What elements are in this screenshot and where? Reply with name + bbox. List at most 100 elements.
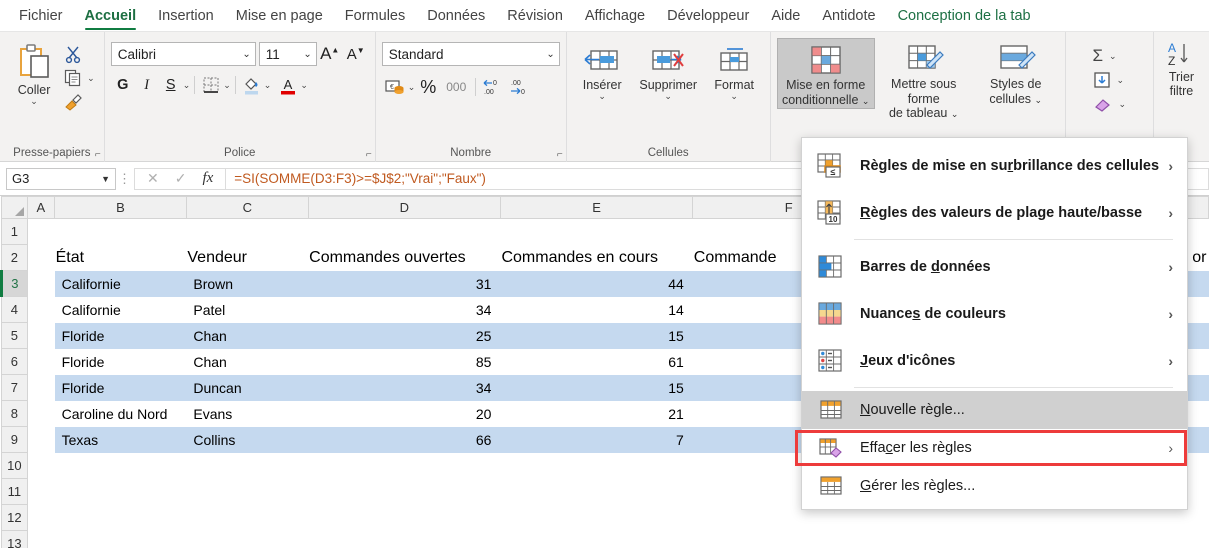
format-as-table-button[interactable]: Mettre sous forme de tableau ⌄ bbox=[875, 38, 973, 122]
row-header-12[interactable]: 12 bbox=[1, 504, 28, 531]
cell-ouvertes[interactable]: 66 bbox=[308, 426, 501, 453]
menu-item-manage-rules[interactable]: Gérer les règles... bbox=[802, 467, 1187, 505]
cell-ouvertes[interactable]: 34 bbox=[308, 374, 501, 401]
decrease-font-size-button[interactable]: A▼ bbox=[343, 42, 369, 66]
row-header-1[interactable]: 1 bbox=[1, 218, 28, 245]
fill-color-button[interactable] bbox=[240, 73, 264, 97]
chevron-down-icon[interactable]: ⌄ bbox=[1035, 95, 1043, 105]
column-header-e[interactable]: E bbox=[499, 196, 694, 219]
formula-bar-handle[interactable]: ⋮ bbox=[116, 171, 134, 187]
cell-etat[interactable]: Caroline du Nord bbox=[54, 400, 187, 427]
menu-item-data-bars[interactable]: Barres de données › bbox=[802, 243, 1187, 290]
insert-cells-button[interactable]: Insérer ⌄ bbox=[569, 42, 635, 101]
font-color-button[interactable]: A bbox=[276, 73, 300, 97]
table-header-commandes-en-cours[interactable]: Commandes en cours bbox=[500, 245, 692, 271]
cell-styles-button[interactable]: Styles de cellules ⌄ bbox=[973, 38, 1059, 107]
format-painter-button[interactable] bbox=[61, 90, 97, 114]
row-header-7[interactable]: 7 bbox=[1, 374, 28, 401]
cancel-x-icon[interactable]: ✕ bbox=[147, 170, 159, 187]
cell-etat[interactable]: Texas bbox=[54, 426, 187, 453]
row-header-3[interactable]: 3 bbox=[0, 270, 28, 297]
cell-vendeur[interactable]: Chan bbox=[186, 348, 309, 375]
cell-encours[interactable]: 14 bbox=[500, 296, 693, 323]
row-header-11[interactable]: 11 bbox=[1, 478, 28, 505]
row-header-9[interactable]: 9 bbox=[1, 426, 28, 453]
cell-vendeur[interactable]: Duncan bbox=[186, 374, 309, 401]
number-dialog-launcher[interactable]: ⌐ bbox=[557, 149, 563, 160]
chevron-down-icon[interactable]: ⌄ bbox=[223, 81, 231, 90]
increase-font-size-button[interactable]: A▲ bbox=[317, 42, 343, 66]
font-size-combobox[interactable]: 11 ⌄ bbox=[258, 42, 317, 66]
tab-accueil[interactable]: Accueil bbox=[74, 1, 148, 31]
format-cells-button[interactable]: Format ⌄ bbox=[701, 42, 767, 101]
chevron-down-icon[interactable]: ⌄ bbox=[300, 81, 308, 90]
underline-button[interactable]: S bbox=[159, 73, 183, 97]
cell-ouvertes[interactable]: 85 bbox=[308, 348, 501, 375]
column-header-d[interactable]: D bbox=[307, 196, 501, 219]
cell-encours[interactable]: 21 bbox=[500, 400, 693, 427]
cell-etat[interactable]: Floride bbox=[54, 348, 187, 375]
italic-button[interactable]: I bbox=[135, 73, 159, 97]
chevron-down-icon[interactable]: ⌄ bbox=[664, 92, 672, 101]
copy-button[interactable]: ⌄ bbox=[61, 66, 97, 90]
conditional-formatting-button[interactable]: Mise en forme conditionnelle ⌄ bbox=[776, 38, 875, 109]
decrease-decimal-button[interactable]: .00 0 bbox=[506, 75, 532, 99]
cell-vendeur[interactable]: Patel bbox=[186, 296, 309, 323]
delete-cells-button[interactable]: Supprimer ⌄ bbox=[635, 42, 701, 101]
chevron-down-icon[interactable]: ⌄ bbox=[87, 74, 95, 83]
cell-ouvertes[interactable]: 34 bbox=[308, 296, 501, 323]
cell-encours[interactable]: 44 bbox=[500, 270, 693, 297]
font-dialog-launcher[interactable]: ⌐ bbox=[366, 149, 372, 160]
tab-antidote[interactable]: Antidote bbox=[811, 1, 886, 31]
cell-etat[interactable]: Floride bbox=[54, 374, 187, 401]
number-format-combobox[interactable]: Standard ⌄ bbox=[381, 42, 560, 66]
tab-formules[interactable]: Formules bbox=[334, 1, 416, 31]
chevron-down-icon[interactable]: ⌄ bbox=[862, 96, 870, 106]
borders-button[interactable] bbox=[199, 73, 223, 97]
tab-fichier[interactable]: Fichier bbox=[8, 1, 74, 31]
cell-encours[interactable]: 7 bbox=[500, 426, 693, 453]
accounting-format-button[interactable]: € bbox=[382, 75, 408, 99]
cell-vendeur[interactable]: Collins bbox=[186, 426, 309, 453]
autosum-button[interactable]: Σ ⌄ bbox=[1091, 44, 1129, 68]
thousands-separator-button[interactable]: 000 bbox=[441, 75, 471, 99]
fx-icon[interactable]: fx bbox=[202, 170, 213, 187]
cell-etat[interactable]: Floride bbox=[54, 322, 187, 349]
chevron-down-icon[interactable]: ⌄ bbox=[183, 81, 191, 90]
row-header-8[interactable]: 8 bbox=[1, 400, 28, 427]
menu-item-highlight-cells-rules[interactable]: ≤ Règles de mise en surbrillance des cel… bbox=[802, 142, 1187, 189]
chevron-down-icon[interactable]: ⌄ bbox=[730, 92, 738, 101]
chevron-down-icon[interactable]: ⌄ bbox=[1119, 100, 1127, 109]
tab-conception-tableau[interactable]: Conception de la tab bbox=[887, 1, 1042, 31]
cell-vendeur[interactable]: Evans bbox=[186, 400, 309, 427]
menu-item-icon-sets[interactable]: Jeux d'icônes › bbox=[802, 337, 1187, 384]
cell-ouvertes[interactable]: 25 bbox=[308, 322, 501, 349]
tab-affichage[interactable]: Affichage bbox=[574, 1, 656, 31]
cell-ouvertes[interactable]: 31 bbox=[308, 270, 501, 297]
menu-item-new-rule[interactable]: Nouvelle règle... bbox=[802, 391, 1187, 429]
tab-mise-en-page[interactable]: Mise en page bbox=[225, 1, 334, 31]
table-header-etat[interactable]: État bbox=[55, 245, 187, 271]
row-header-10[interactable]: 10 bbox=[1, 452, 28, 479]
table-header-commandes-ouvertes[interactable]: Commandes ouvertes bbox=[308, 245, 500, 271]
name-box[interactable]: G3 ▼ bbox=[6, 167, 116, 190]
confirm-check-icon[interactable]: ✓ bbox=[175, 170, 187, 187]
clipboard-dialog-launcher[interactable]: ⌐ bbox=[95, 149, 101, 160]
chevron-down-icon[interactable]: ⌄ bbox=[264, 81, 272, 90]
cell-etat[interactable]: Californie bbox=[54, 296, 187, 323]
tab-revision[interactable]: Révision bbox=[496, 1, 574, 31]
column-header-c[interactable]: C bbox=[185, 196, 309, 219]
cell-vendeur[interactable]: Chan bbox=[186, 322, 309, 349]
bold-button[interactable]: G bbox=[111, 73, 135, 97]
cell-vendeur[interactable]: Brown bbox=[186, 270, 309, 297]
menu-item-clear-rules[interactable]: Effacer les règles › bbox=[802, 429, 1187, 467]
cell-etat[interactable]: Californie bbox=[54, 270, 187, 297]
menu-item-color-scales[interactable]: Nuances de couleurs › bbox=[802, 290, 1187, 337]
column-header-b[interactable]: B bbox=[54, 196, 187, 219]
percent-style-button[interactable]: % bbox=[415, 75, 441, 99]
tab-insertion[interactable]: Insertion bbox=[147, 1, 225, 31]
cell-encours[interactable]: 61 bbox=[500, 348, 693, 375]
chevron-down-icon[interactable]: ⌄ bbox=[1109, 52, 1117, 61]
paste-button[interactable]: Coller ⌄ bbox=[7, 38, 61, 106]
row-header-6[interactable]: 6 bbox=[1, 348, 28, 375]
